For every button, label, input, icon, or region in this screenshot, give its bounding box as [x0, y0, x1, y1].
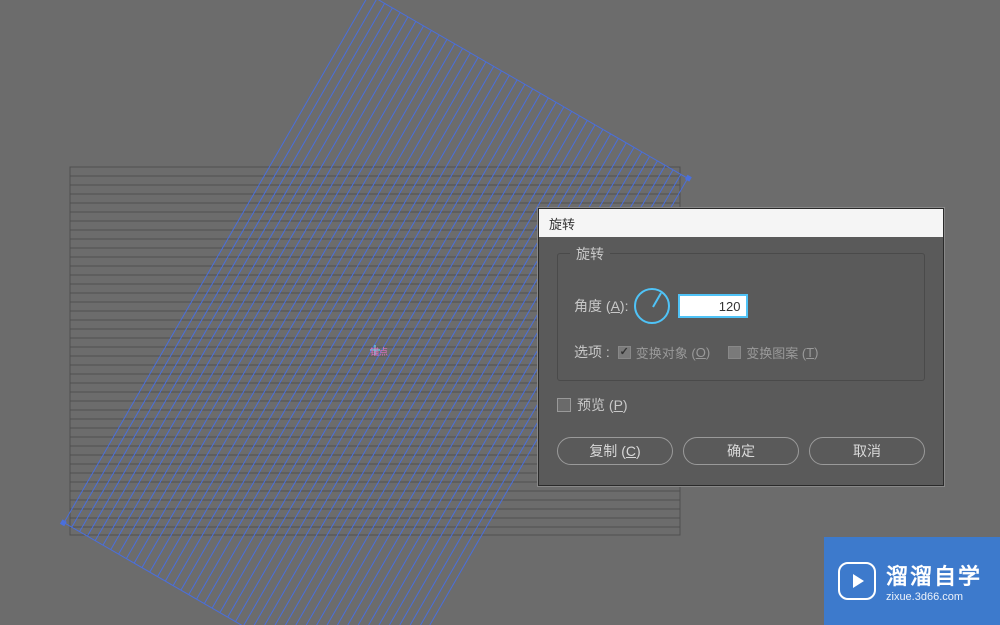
watermark: 溜溜自学 zixue.3d66.com [824, 537, 1000, 625]
rotate-dialog: 旋转 旋转 角度 (A): 选项 : 变换对象 (O) 变换图案 (T) [538, 208, 944, 486]
dialog-title[interactable]: 旋转 [539, 209, 943, 237]
options-label: 选项 : [574, 342, 610, 362]
checkbox-checked-icon[interactable] [618, 346, 631, 359]
transform-object-option[interactable]: 变换对象 (O) [618, 343, 710, 362]
cancel-button[interactable]: 取消 [809, 437, 925, 465]
angle-dial[interactable] [634, 288, 670, 324]
angle-label: 角度 (A): [574, 296, 628, 316]
angle-input[interactable] [678, 294, 748, 318]
checkbox-icon[interactable] [557, 398, 571, 412]
play-icon [838, 562, 876, 600]
watermark-url: zixue.3d66.com [886, 591, 982, 603]
rotate-group: 旋转 角度 (A): 选项 : 变换对象 (O) 变换图案 (T) [557, 253, 925, 381]
copy-button[interactable]: 复制 (C) [557, 437, 673, 465]
preview-option[interactable]: 预览 (P) [557, 395, 925, 415]
transform-pattern-option[interactable]: 变换图案 (T) [728, 343, 818, 362]
checkbox-icon[interactable] [728, 346, 741, 359]
ok-button[interactable]: 确定 [683, 437, 799, 465]
group-title: 旋转 [570, 244, 610, 264]
watermark-title: 溜溜自学 [886, 559, 982, 591]
